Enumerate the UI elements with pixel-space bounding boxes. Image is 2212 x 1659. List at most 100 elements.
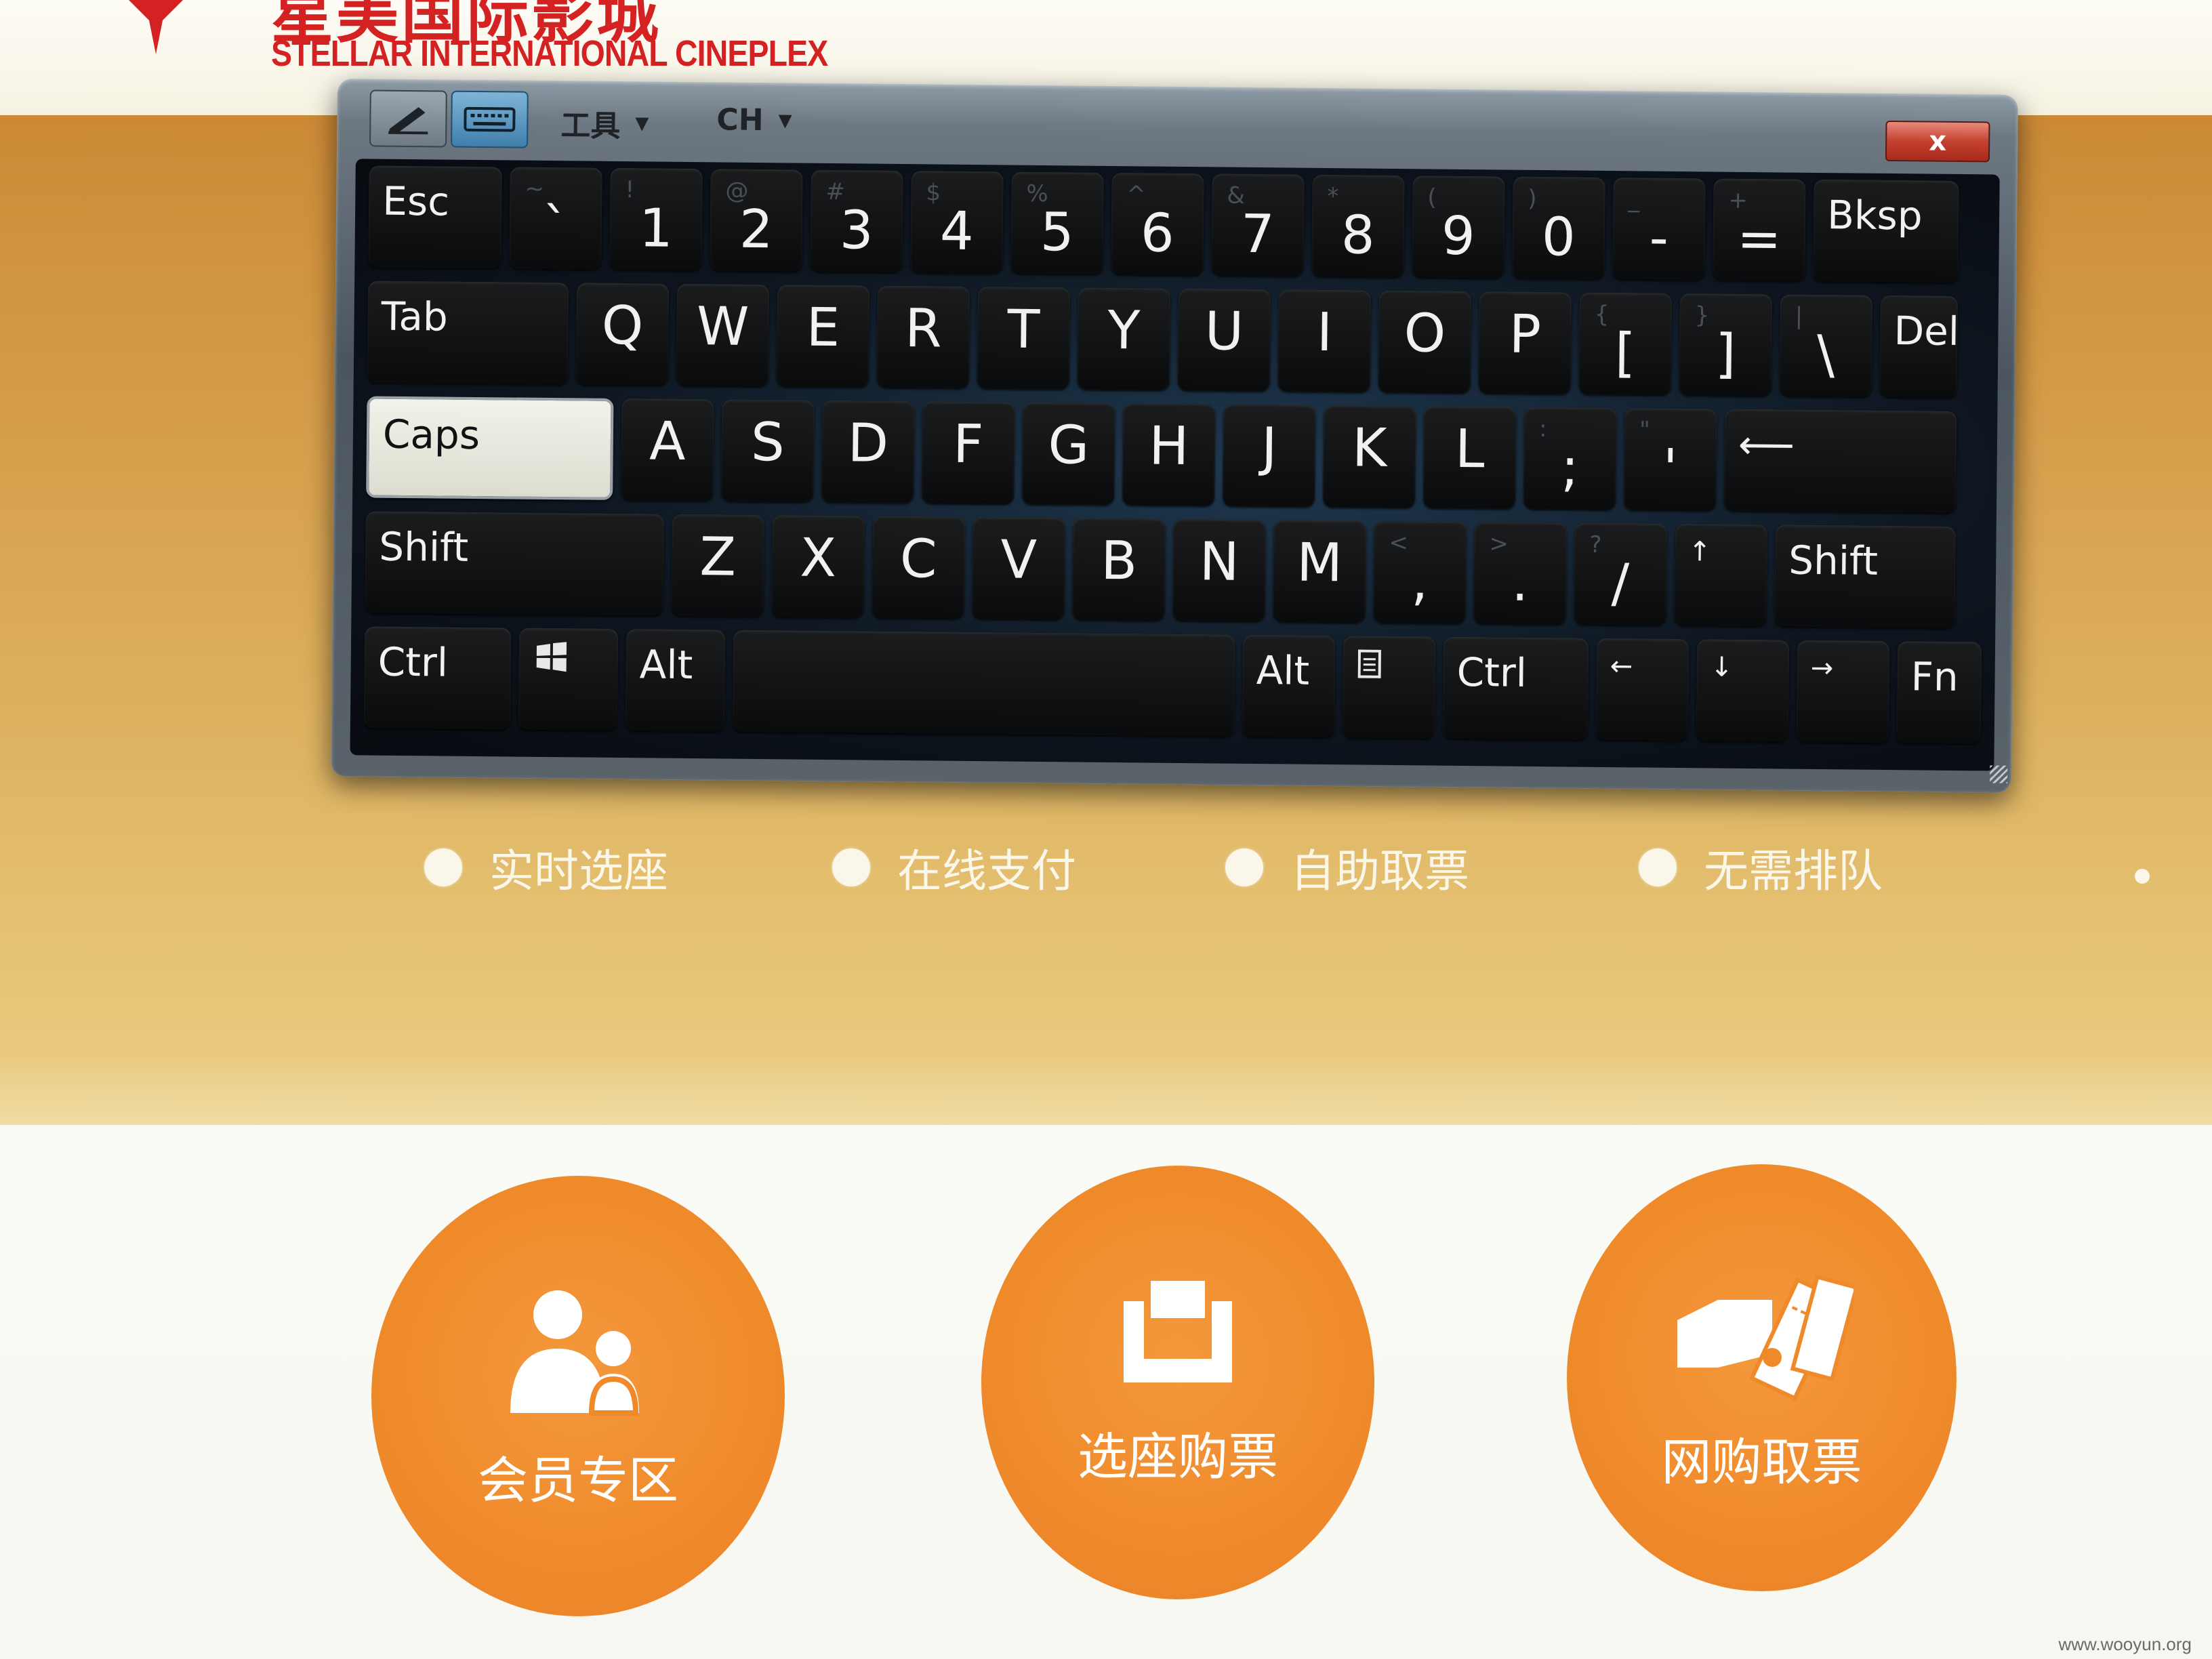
key-g[interactable]: G <box>1022 402 1115 506</box>
key-l[interactable]: L <box>1422 406 1517 509</box>
key-enter[interactable]: ⟵ <box>1723 409 1957 513</box>
key-j[interactable]: J <box>1223 404 1316 507</box>
key-label: L <box>1454 418 1485 480</box>
key-right-bracket[interactable]: }] <box>1679 293 1773 396</box>
key-0[interactable]: ) 0 <box>1512 176 1605 279</box>
key-f[interactable]: F <box>922 401 1015 504</box>
key-v[interactable]: V <box>972 517 1065 620</box>
key-left-alt[interactable]: Alt <box>625 629 726 732</box>
seat-purchase-button[interactable]: 选座购票 <box>981 1166 1374 1599</box>
key-w[interactable]: W <box>676 283 770 387</box>
tools-menu[interactable]: 工具 ▼ <box>560 101 649 145</box>
key-2[interactable]: @2 <box>710 169 803 272</box>
key-d[interactable]: D <box>821 400 915 504</box>
key-label: D <box>847 413 889 474</box>
key-x[interactable]: X <box>771 515 865 618</box>
key-shift-label: _ <box>1628 186 1640 213</box>
key-backspace[interactable]: Bksp <box>1813 179 1959 283</box>
key-delete[interactable]: Del <box>1879 295 1959 398</box>
key-s[interactable]: S <box>721 399 815 502</box>
key-minus[interactable]: _ - <box>1612 178 1706 281</box>
key-1[interactable]: ! 1 <box>609 167 703 271</box>
key-t[interactable]: T <box>977 287 1071 390</box>
banner-fade <box>0 1057 2212 1132</box>
key-slash[interactable]: ? / <box>1574 523 1667 626</box>
key-label: 7 <box>1240 203 1275 266</box>
key-tab[interactable]: Tab <box>367 281 569 385</box>
key-left-arrow[interactable]: ← <box>1595 638 1689 741</box>
key-comma[interactable]: <, <box>1373 520 1467 624</box>
key-left-shift[interactable]: Shift <box>365 511 664 616</box>
close-button[interactable]: x <box>1885 120 1990 163</box>
key-b[interactable]: B <box>1072 518 1166 621</box>
key-semicolon[interactable]: :; <box>1523 407 1617 510</box>
key-k[interactable]: K <box>1323 405 1416 508</box>
key-period[interactable]: >. <box>1473 522 1567 625</box>
key-5[interactable]: % 5 <box>1010 171 1104 274</box>
online-ticket-pickup-button[interactable]: 网购取票 <box>1567 1164 1957 1591</box>
language-menu[interactable]: CH ▼ <box>716 102 792 138</box>
key-u[interactable]: U <box>1177 288 1271 392</box>
key-right-shift[interactable]: Shift <box>1774 525 1956 628</box>
resize-grip-icon[interactable] <box>1990 765 2008 783</box>
key-a[interactable]: A <box>621 398 714 501</box>
key-h[interactable]: H <box>1122 403 1216 506</box>
key-left-bracket[interactable]: {[ <box>1578 292 1673 395</box>
feature-no-queue: 无需排队 <box>1639 840 1883 897</box>
key-r[interactable]: R <box>876 285 970 388</box>
key-label: U <box>1204 301 1244 363</box>
key-z[interactable]: Z <box>671 514 764 617</box>
key-y[interactable]: Y <box>1077 287 1171 390</box>
key-caps-lock[interactable]: Caps <box>366 396 614 500</box>
on-screen-keyboard: 工具 ▼ CH ▼ x Esc ~ ` ! 1 @2 #3 $4 % 5 ^ 6 & 7 … <box>331 79 2018 793</box>
key-label: Alt <box>1256 647 1310 694</box>
key-backtick[interactable]: ~ ` <box>509 167 602 270</box>
key-9[interactable]: (9 <box>1412 176 1505 279</box>
brand-name-en: STELLAR INTERNATIONAL CINEPLEX <box>271 33 828 74</box>
key-6[interactable]: ^ 6 <box>1111 172 1204 276</box>
key-7[interactable]: & 7 <box>1211 173 1305 276</box>
key-fn[interactable]: Fn <box>1896 641 1982 744</box>
key-right-alt[interactable]: Alt <box>1242 634 1336 738</box>
key-label: Ctrl <box>1456 649 1528 696</box>
key-n[interactable]: N <box>1172 518 1266 622</box>
key-i[interactable]: I <box>1277 289 1372 392</box>
key-right-arrow[interactable]: → <box>1796 640 1890 743</box>
key-menu[interactable] <box>1342 636 1436 739</box>
key-quote[interactable]: " ' <box>1623 408 1717 511</box>
key-label: K <box>1351 417 1387 479</box>
key-p[interactable]: P <box>1478 291 1572 394</box>
key-left-ctrl[interactable]: Ctrl <box>363 626 512 730</box>
bullet-icon <box>1225 848 1263 886</box>
key-esc[interactable]: Esc <box>368 165 502 269</box>
key-right-ctrl[interactable]: Ctrl <box>1442 636 1589 740</box>
key-e[interactable]: E <box>776 285 870 388</box>
key-label: Ctrl <box>377 638 449 686</box>
key-down-arrow[interactable]: ↓ <box>1696 639 1790 742</box>
keyboard-icon[interactable] <box>451 90 529 148</box>
key-label: H <box>1149 415 1189 478</box>
key-label: 5 <box>1040 201 1075 264</box>
key-label: = <box>1736 208 1782 270</box>
key-up-arrow[interactable]: ↑ <box>1674 523 1767 627</box>
key-backslash[interactable]: | \ <box>1779 294 1873 397</box>
key-m[interactable]: M <box>1273 520 1366 623</box>
key-q[interactable]: Q <box>575 283 670 386</box>
carousel-dot[interactable] <box>2135 869 2150 884</box>
key-label: J <box>1261 417 1277 478</box>
key-space[interactable] <box>732 630 1235 737</box>
key-4[interactable]: $4 <box>910 171 1004 274</box>
keyboard-titlebar[interactable]: 工具 ▼ CH ▼ x <box>337 79 2018 169</box>
key-label: Caps <box>382 411 480 459</box>
key-c[interactable]: C <box>872 516 965 619</box>
key-o[interactable]: O <box>1378 290 1472 394</box>
key-windows[interactable] <box>518 628 619 731</box>
key-8[interactable]: * 8 <box>1311 174 1405 278</box>
key-equals[interactable]: + = <box>1713 178 1806 281</box>
button-label: 选座购票 <box>1078 1428 1278 1486</box>
key-3[interactable]: #3 <box>810 169 903 273</box>
feature-label: 在线支付 <box>897 845 1076 897</box>
members-button[interactable]: 会员专区 <box>371 1176 785 1616</box>
key-label: Esc <box>382 178 450 225</box>
pen-icon[interactable] <box>369 89 447 148</box>
